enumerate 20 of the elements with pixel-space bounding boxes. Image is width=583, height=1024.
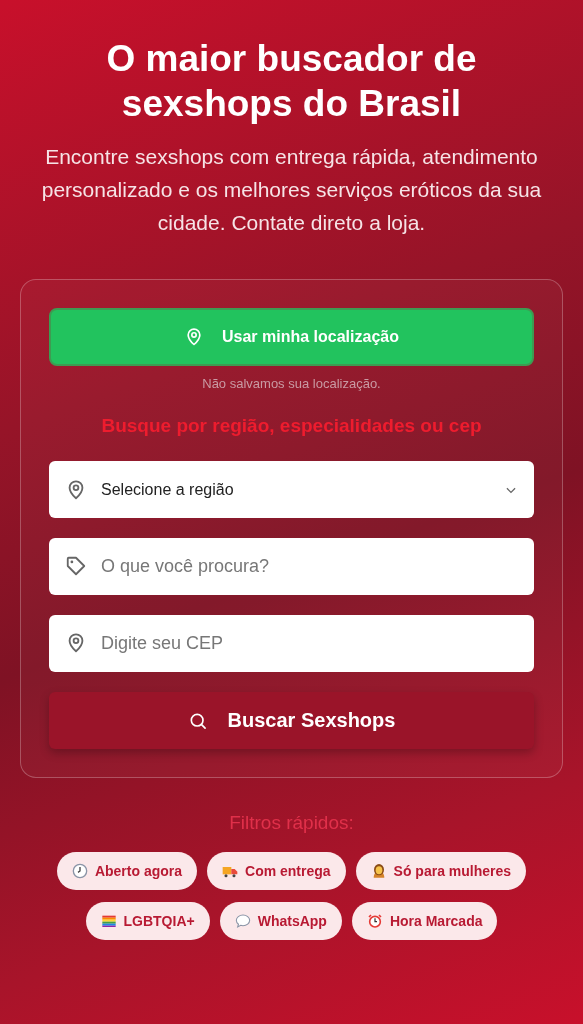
filter-chip[interactable]: WhatsApp [219, 902, 342, 940]
speech-bubble-icon [234, 913, 251, 929]
alarm-clock-icon [366, 913, 383, 929]
clock-icon [71, 863, 88, 879]
privacy-note: Não salvamos sua localização. [201, 376, 382, 391]
filter-chip[interactable]: Com entrega [207, 852, 346, 890]
region-select[interactable]: Selecione a região [49, 461, 534, 518]
page-subtitle: Encontre sexshops com entrega rápida, atendimento personalizado e os melhores serviços eróticos da sua cidade. Contate direto a loja. [41, 144, 542, 236]
filters-label: Filtros rápidos: [229, 812, 354, 834]
filter-chip[interactable]: Hora Marcada [351, 902, 498, 940]
rainbow-flag-icon [100, 913, 117, 929]
search-heading: Busque por região, especialidades ou cep [100, 415, 483, 437]
search-button[interactable]: Buscar Sexshops [49, 692, 534, 749]
filter-chip[interactable]: LGBTQIA+ [85, 902, 210, 940]
filter-chip[interactable]: Aberto agora [56, 852, 197, 890]
input-field[interactable]: O que você procura? [49, 538, 534, 595]
filter-chip[interactable]: Só para mulheres [355, 852, 527, 890]
pin-icon [184, 327, 204, 347]
input-field[interactable]: Digite seu CEP [49, 615, 534, 672]
page-title: O maior buscador de sexshops do Brasil [105, 37, 478, 126]
